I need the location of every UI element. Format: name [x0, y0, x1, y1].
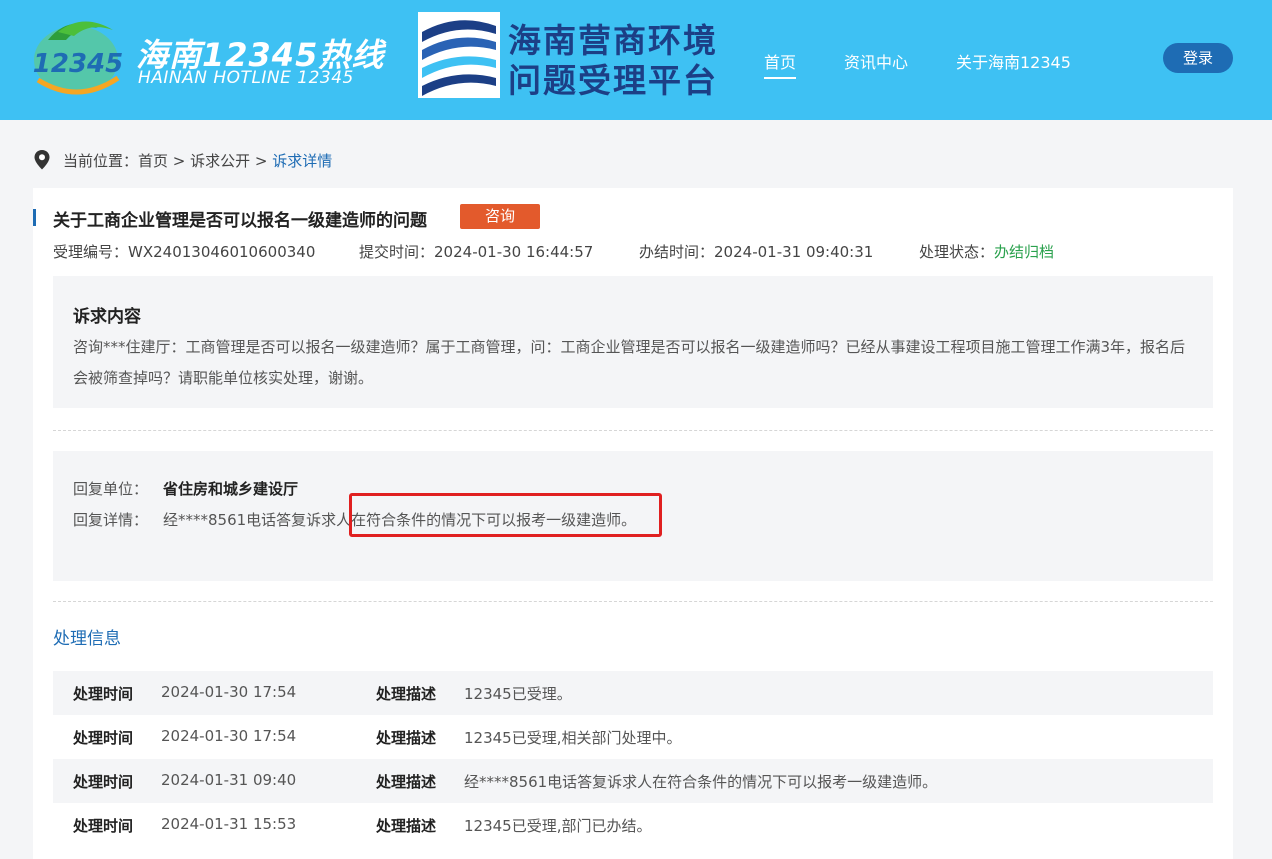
process-time-label: 处理时间	[73, 817, 134, 835]
nav-news-center[interactable]: 资讯中心	[844, 49, 908, 73]
process-time: 2024-01-31 15:53	[161, 815, 297, 833]
hotline-logo-icon[interactable]: 12345	[28, 10, 128, 100]
process-desc: 12345已受理,部门已办结。	[464, 817, 652, 835]
breadcrumb-prefix: 当前位置：	[63, 152, 139, 170]
title-accent-bar	[33, 209, 36, 226]
nav-home[interactable]: 首页	[764, 49, 797, 79]
appeal-content-text: 咨询***住建厅：工商管理是否可以报名一级建造师？属于工商管理，问：工商企业管理…	[73, 338, 1186, 387]
location-pin-icon	[34, 150, 50, 170]
category-badge: 咨询	[460, 204, 540, 229]
reply-unit-label: 回复单位：	[73, 480, 149, 498]
platform-logo-icon	[418, 12, 500, 98]
process-desc: 12345已受理。	[464, 685, 572, 703]
site-header: 12345 海南12345热线 HAINAN HOTLINE 12345 海南营…	[0, 0, 1272, 120]
reply-unit-value: 省住房和城乡建设厅	[163, 480, 299, 498]
nav-about[interactable]: 关于海南12345	[956, 49, 1071, 73]
annotation-highlight-box	[349, 493, 662, 537]
meta-id-label: 受理编号：	[53, 243, 129, 261]
logo-number: 12345	[33, 49, 123, 79]
process-desc: 12345已受理,相关部门处理中。	[464, 729, 682, 747]
process-time-label: 处理时间	[73, 685, 134, 703]
process-row: 处理时间 2024-01-31 09:40 处理描述 经****8561电话答复…	[53, 759, 1213, 803]
reply-unit-row: 回复单位： 省住房和城乡建设厅	[73, 478, 298, 499]
appeal-content-box: 诉求内容 咨询***住建厅：工商管理是否可以报名一级建造师？属于工商管理，问：工…	[53, 276, 1213, 408]
meta-done-value: 2024-01-31 09:40:31	[714, 243, 874, 261]
meta-done-time: 办结时间：2024-01-31 09:40:31	[639, 241, 873, 262]
appeal-content-title: 诉求内容	[73, 307, 141, 327]
breadcrumb-separator: >	[250, 152, 273, 170]
divider	[53, 601, 1213, 602]
process-row: 处理时间 2024-01-30 17:54 处理描述 12345已受理,相关部门…	[53, 715, 1213, 759]
brand-name-en: HAINAN HOTLINE 12345	[138, 68, 354, 88]
meta-id: 受理编号：WX24013046010600340	[53, 241, 315, 262]
meta-status-label: 处理状态：	[919, 243, 995, 261]
detail-card: 关于工商企业管理是否可以报名一级建造师的问题 咨询 受理编号：WX2401304…	[33, 188, 1233, 859]
process-time-label: 处理时间	[73, 729, 134, 747]
process-row: 处理时间 2024-01-30 17:54 处理描述 12345已受理。	[53, 671, 1213, 715]
process-time: 2024-01-30 17:54	[161, 727, 297, 745]
process-time: 2024-01-31 09:40	[161, 771, 297, 789]
process-desc-label: 处理描述	[376, 817, 437, 835]
process-row: 处理时间 2024-01-31 15:53 处理描述 12345已受理,部门已办…	[53, 803, 1213, 847]
process-desc: 经****8561电话答复诉求人在符合条件的情况下可以报考一级建造师。	[464, 773, 938, 791]
meta-submit-label: 提交时间：	[359, 243, 435, 261]
status-badge: 办结归档	[994, 243, 1055, 261]
breadcrumb-separator: >	[168, 152, 191, 170]
breadcrumb-home[interactable]: 首页	[138, 152, 168, 170]
process-time: 2024-01-30 17:54	[161, 683, 297, 701]
process-desc-label: 处理描述	[376, 773, 437, 791]
process-time-label: 处理时间	[73, 773, 134, 791]
process-desc-label: 处理描述	[376, 685, 437, 703]
process-section-title: 处理信息	[53, 629, 121, 649]
meta-submit-time: 提交时间：2024-01-30 16:44:57	[359, 241, 593, 262]
meta-status: 处理状态：办结归档	[919, 241, 1054, 262]
page-title: 关于工商企业管理是否可以报名一级建造师的问题	[53, 211, 427, 231]
divider	[53, 430, 1213, 431]
meta-done-label: 办结时间：	[639, 243, 715, 261]
breadcrumb-section[interactable]: 诉求公开	[190, 152, 250, 170]
platform-title-line2: 问题受理平台	[508, 61, 718, 100]
meta-id-value: WX24013046010600340	[128, 243, 316, 261]
login-button[interactable]: 登录	[1163, 43, 1233, 73]
meta-submit-value: 2024-01-30 16:44:57	[434, 243, 594, 261]
process-desc-label: 处理描述	[376, 729, 437, 747]
breadcrumb-current: 诉求详情	[272, 152, 333, 170]
reply-detail-label: 回复详情：	[73, 511, 149, 529]
